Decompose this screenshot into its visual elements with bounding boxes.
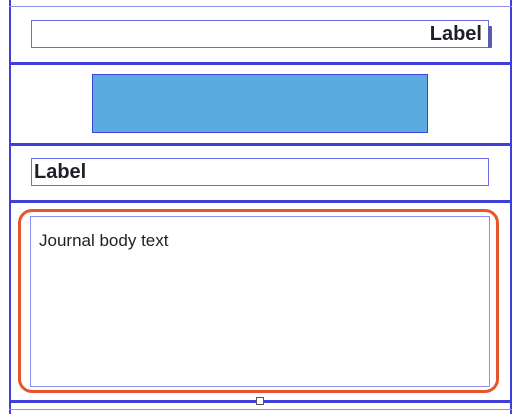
- journal-body-text-view[interactable]: Journal body text: [30, 216, 490, 387]
- row-separator-1: [9, 62, 512, 65]
- image-view[interactable]: [92, 74, 428, 133]
- scroll-indicator: [488, 26, 492, 48]
- row-separator-2: [9, 143, 512, 146]
- title-label[interactable]: Label: [31, 158, 489, 186]
- header-label-text: Label: [429, 22, 482, 45]
- stack-view-top-guide: [9, 6, 512, 7]
- title-label-text: Label: [34, 160, 87, 183]
- stack-view-bottom-guide: [9, 409, 512, 410]
- journal-body-text: Journal body text: [39, 231, 169, 250]
- resize-handle[interactable]: [256, 397, 264, 405]
- header-label[interactable]: Label: [31, 20, 489, 48]
- row-separator-3: [9, 200, 512, 203]
- storyboard-canvas: Label Label Journal body text: [0, 0, 520, 414]
